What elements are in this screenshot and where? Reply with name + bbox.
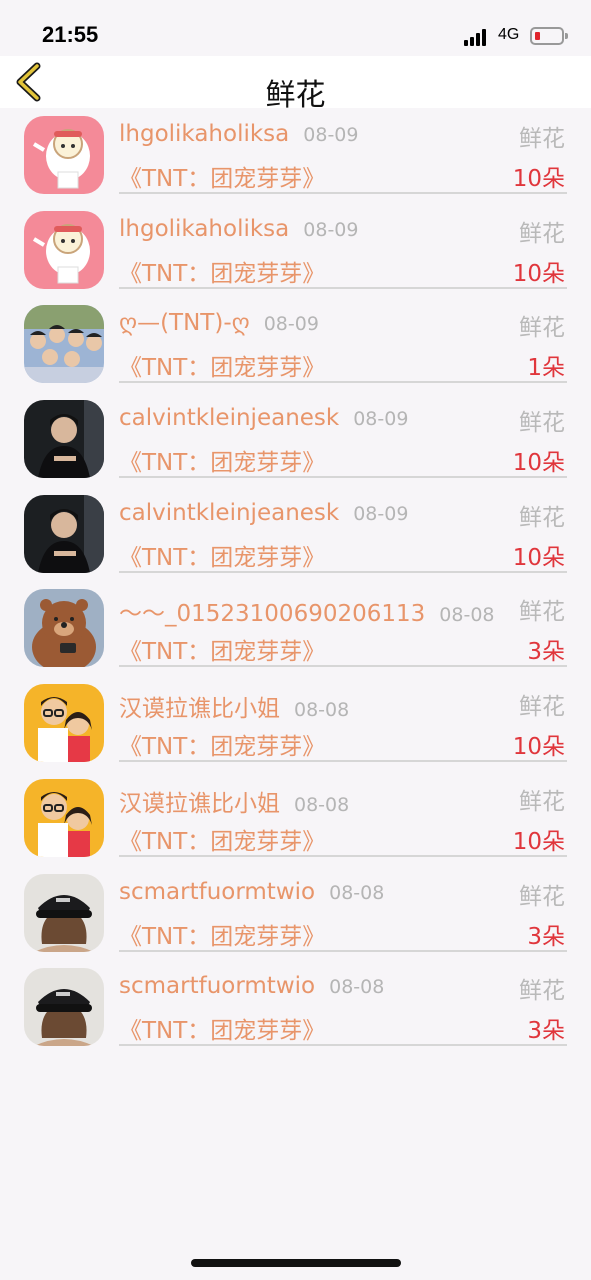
user-name[interactable]: 汉谟拉谯比小姐 08-08 — [119, 689, 349, 723]
divider — [119, 854, 567, 857]
user-name-text: lhgolikaholiksa — [119, 121, 290, 147]
project-title: 《TNT：团宠芽芽》 — [119, 166, 326, 192]
gift-type-label: 鲜花 — [519, 694, 565, 721]
status-bar: 21:55 4G — [0, 0, 591, 56]
user-name-text: scmartfuormtwio — [119, 878, 316, 905]
flower-count: 3朵 — [527, 923, 565, 950]
man-photo-avatar-icon[interactable] — [24, 494, 104, 573]
gift-type-label: 鲜花 — [519, 126, 565, 152]
user-name-text: 汉谟拉谯比小姐 — [119, 790, 280, 817]
user-name-text: ～～_01523100690206113 — [119, 601, 426, 628]
nav-bar: 鲜花 — [0, 56, 591, 113]
user-name[interactable]: ～～_01523100690206113 08-08 — [119, 594, 495, 628]
gift-type-label: 鲜花 — [519, 504, 565, 531]
divider — [119, 570, 567, 573]
network-type: 4G — [498, 26, 520, 43]
gift-date: 08-08 — [329, 881, 385, 904]
gift-date: 08-08 — [329, 976, 385, 999]
flower-count: 10朵 — [512, 450, 565, 477]
flower-count: 10朵 — [512, 828, 565, 855]
user-name-text: calvintkleinjeanesk — [119, 405, 340, 432]
gift-date: 08-08 — [294, 699, 350, 722]
status-time: 21:55 — [42, 22, 99, 47]
gift-date: 08-09 — [353, 502, 409, 525]
list-item[interactable]: scmartfuormtwio 08-08 鲜花《TNT：团宠芽芽》 3朵 — [0, 866, 591, 961]
user-name-text: scmartfuormtwio — [119, 973, 316, 1000]
cartoon-couple-avatar-icon[interactable] — [24, 778, 104, 857]
gift-type-label: 鲜花 — [519, 978, 565, 1005]
gift-date: 08-09 — [303, 124, 359, 146]
gift-date: 08-09 — [353, 408, 409, 431]
list-item[interactable]: calvintkleinjeanesk 08-09 鲜花《TNT：团宠芽芽》 10朵 — [0, 487, 591, 582]
gift-date: 08-09 — [263, 313, 319, 336]
project-title: 《TNT：团宠芽芽》 — [119, 828, 326, 855]
cap-girl-avatar-icon[interactable] — [24, 968, 104, 1047]
user-name[interactable]: scmartfuormtwio 08-08 — [119, 973, 384, 999]
flower-count: 10朵 — [512, 260, 565, 287]
flower-gift-list: lhgolikaholiksa 08-09 鲜花 《TNT：团宠芽芽》 10朵 lhgol… — [0, 108, 591, 1055]
list-item[interactable]: 汉谟拉谯比小姐 08-08 鲜花《TNT：团宠芽芽》 10朵 — [0, 676, 591, 771]
divider — [119, 665, 567, 668]
flower-count: 10朵 — [512, 734, 565, 761]
signal-icon — [464, 28, 490, 46]
project-title: 《TNT：团宠芽芽》 — [119, 1018, 326, 1045]
divider — [119, 1044, 567, 1047]
divider — [119, 192, 567, 194]
user-name[interactable]: calvintkleinjeanesk 08-09 — [119, 405, 408, 431]
sheep-avatar-icon[interactable] — [24, 210, 104, 289]
list-item[interactable]: lhgolikaholiksa 08-09 鲜花《TNT：团宠芽芽》 10朵 — [0, 108, 591, 203]
list-item[interactable]: ღ—(TNT)-ღ 08-09 鲜花《TNT：团宠芽芽》 1朵 — [0, 297, 591, 392]
gift-type-label: 鲜花 — [519, 315, 565, 342]
user-name[interactable]: 汉谟拉谯比小姐 08-08 — [119, 784, 349, 818]
user-name-text: ღ—(TNT)-ღ — [119, 310, 250, 337]
project-title: 《TNT：团宠芽芽》 — [119, 260, 326, 287]
man-photo-avatar-icon[interactable] — [24, 400, 104, 479]
gift-type-label: 鲜花 — [519, 220, 565, 247]
battery-icon — [530, 27, 568, 45]
flower-count: 3朵 — [527, 639, 565, 666]
flower-count: 3朵 — [527, 1018, 565, 1045]
divider — [119, 381, 567, 384]
project-title: 《TNT：团宠芽芽》 — [119, 734, 326, 761]
user-name[interactable]: lhgolikaholiksa 08-09 — [119, 121, 358, 147]
divider — [119, 760, 567, 763]
flower-count: 10朵 — [512, 544, 565, 571]
gift-type-label: 鲜花 — [519, 599, 565, 626]
gift-type-label: 鲜花 — [519, 410, 565, 437]
list-item[interactable]: 汉谟拉谯比小姐 08-08 鲜花《TNT：团宠芽芽》 10朵 — [0, 771, 591, 866]
user-name-text: lhgolikaholiksa — [119, 215, 290, 242]
user-name[interactable]: lhgolikaholiksa 08-09 — [119, 216, 358, 242]
gift-date: 08-09 — [303, 218, 359, 241]
divider — [119, 286, 567, 289]
project-title: 《TNT：团宠芽芽》 — [119, 450, 326, 477]
cartoon-couple-avatar-icon[interactable] — [24, 684, 104, 763]
divider — [119, 476, 567, 479]
sheep-avatar-icon[interactable] — [24, 116, 104, 194]
user-name[interactable]: calvintkleinjeanesk 08-09 — [119, 500, 408, 526]
user-name-text: 汉谟拉谯比小姐 — [119, 696, 280, 723]
group-photo-avatar-icon[interactable] — [24, 305, 104, 384]
list-item[interactable]: lhgolikaholiksa 08-09 鲜花《TNT：团宠芽芽》 10朵 — [0, 203, 591, 298]
project-title: 《TNT：团宠芽芽》 — [119, 639, 326, 666]
gift-date: 08-08 — [294, 793, 350, 816]
divider — [119, 949, 567, 952]
user-name[interactable]: scmartfuormtwio 08-08 — [119, 879, 384, 905]
flower-count: 10朵 — [512, 166, 565, 192]
bear-avatar-icon[interactable] — [24, 589, 104, 668]
cap-girl-avatar-icon[interactable] — [24, 873, 104, 952]
gift-type-label: 鲜花 — [519, 883, 565, 910]
user-name[interactable]: ღ—(TNT)-ღ 08-09 — [119, 310, 319, 336]
project-title: 《TNT：团宠芽芽》 — [119, 923, 326, 950]
flower-count: 1朵 — [527, 355, 565, 382]
gift-date: 08-08 — [439, 604, 495, 627]
project-title: 《TNT：团宠芽芽》 — [119, 544, 326, 571]
home-indicator[interactable] — [191, 1259, 401, 1267]
list-item[interactable]: ～～_01523100690206113 08-08 鲜花《TNT：团宠芽芽》 3朵 — [0, 581, 591, 676]
project-title: 《TNT：团宠芽芽》 — [119, 355, 326, 382]
gift-type-label: 鲜花 — [519, 788, 565, 815]
user-name-text: calvintkleinjeanesk — [119, 499, 340, 526]
list-item[interactable]: scmartfuormtwio 08-08 鲜花《TNT：团宠芽芽》 3朵 — [0, 960, 591, 1055]
list-item[interactable]: calvintkleinjeanesk 08-09 鲜花《TNT：团宠芽芽》 10朵 — [0, 392, 591, 487]
